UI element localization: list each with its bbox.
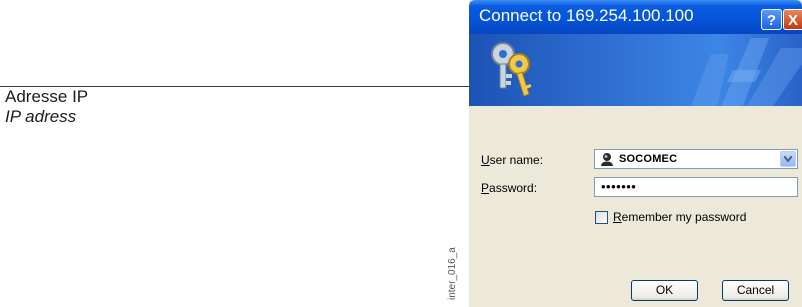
login-form: User name: SOCOMEC Password: ••••••• Rem…: [469, 106, 802, 307]
annotation-label-fr: Adresse IP: [5, 87, 89, 106]
connect-dialog: Connect to 169.254.100.100 ? X User name…: [469, 0, 802, 307]
banner: [469, 34, 802, 106]
password-field[interactable]: •••••••: [594, 177, 798, 197]
remember-password-checkbox[interactable]: [595, 211, 608, 224]
dialog-title: Connect to 169.254.100.100: [479, 6, 694, 25]
title-bar[interactable]: Connect to 169.254.100.100 ? X: [469, 0, 802, 34]
password-value: •••••••: [601, 179, 637, 194]
annotation-label-en: IP adress: [5, 107, 77, 126]
user-name-value: SOCOMEC: [619, 153, 678, 165]
user-name-label: User name:: [481, 153, 544, 167]
keys-icon: [491, 42, 532, 97]
brand-graphic: [691, 38, 802, 106]
figure-code: inter_016_a: [447, 247, 458, 300]
password-label: Password:: [481, 181, 538, 195]
user-name-combobox[interactable]: SOCOMEC: [594, 149, 798, 169]
help-button[interactable]: ?: [761, 9, 782, 30]
cancel-button[interactable]: Cancel: [722, 280, 789, 301]
ok-button[interactable]: OK: [631, 280, 698, 301]
chevron-down-icon[interactable]: [780, 151, 796, 167]
user-icon: [601, 153, 613, 166]
close-button[interactable]: X: [783, 9, 802, 30]
remember-password-label[interactable]: Remember my password: [613, 210, 746, 224]
